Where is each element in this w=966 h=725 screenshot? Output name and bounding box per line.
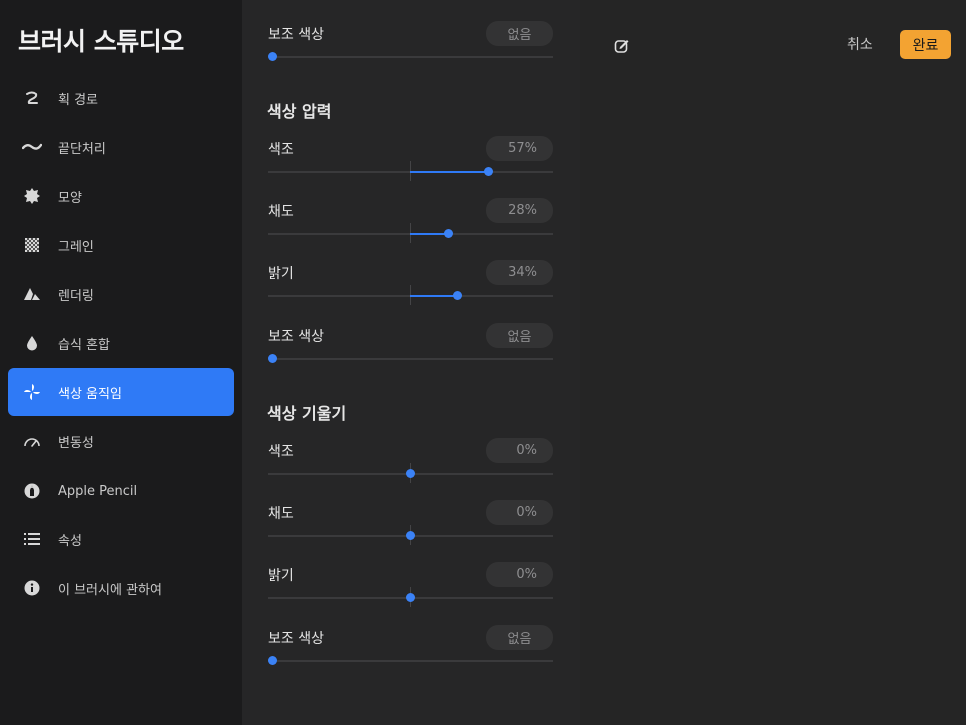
row-label: 밝기 <box>268 568 294 584</box>
slider-knob[interactable] <box>484 167 494 176</box>
sidebar-item-label: 획 경로 <box>58 92 99 108</box>
slider-track[interactable] <box>268 285 553 305</box>
value-pill[interactable]: 0% <box>486 438 553 463</box>
wet-mix-icon <box>22 333 42 353</box>
taper-icon <box>22 137 42 157</box>
sidebar-item-label: 색상 움직임 <box>58 386 122 402</box>
slider-track[interactable] <box>268 463 553 483</box>
slider-track[interactable] <box>268 161 553 181</box>
sidebar-item-label: Apple Pencil <box>58 483 138 499</box>
shape-icon <box>22 186 42 206</box>
row-label: 색조 <box>268 444 294 460</box>
slider-knob[interactable] <box>444 229 454 238</box>
value-pill[interactable]: 34% <box>486 260 553 285</box>
section-title-tilt: 색상 기울기 <box>267 404 347 423</box>
sidebar-item-label: 습식 혼합 <box>58 337 110 353</box>
slider-track[interactable] <box>268 656 553 665</box>
settings-panel: 보조 색상 없음 색상 압력 색조 57% 채도 28% 밝기 34% 보조 색… <box>242 0 580 725</box>
slider-knob[interactable] <box>406 469 415 478</box>
sidebar-item-taper[interactable]: 끝단처리 <box>8 123 234 171</box>
value-pill[interactable]: 0% <box>486 500 553 525</box>
row-label: 보조 색상 <box>268 631 324 647</box>
done-button[interactable]: 완료 <box>900 30 951 59</box>
sidebar-item-label: 그레인 <box>58 239 94 255</box>
slider-track[interactable] <box>268 354 553 363</box>
value-pill[interactable]: 0% <box>486 562 553 587</box>
sidebar: 브러시 스튜디오 획 경로 끝단처리 모양 그레인 렌더링 습식 혼합 색상 움… <box>0 0 242 725</box>
sidebar-item-shape[interactable]: 모양 <box>8 172 234 220</box>
edit-icon[interactable] <box>614 38 630 54</box>
cancel-button[interactable]: 취소 <box>847 34 873 54</box>
rendering-icon <box>22 284 42 304</box>
slider-knob[interactable] <box>406 531 415 540</box>
row-label: 밝기 <box>268 266 294 282</box>
slider-knob[interactable] <box>268 354 277 363</box>
sidebar-item-label: 이 브러시에 관하여 <box>58 582 162 598</box>
sidebar-item-rendering[interactable]: 렌더링 <box>8 270 234 318</box>
slider-track[interactable] <box>268 223 553 243</box>
row-label: 보조 색상 <box>268 27 324 43</box>
brush-studio-screen: 브러시 스튜디오 획 경로 끝단처리 모양 그레인 렌더링 습식 혼합 색상 움… <box>0 0 966 725</box>
value-pill[interactable]: 없음 <box>486 21 553 46</box>
dynamics-icon <box>22 431 42 451</box>
slider-fill <box>410 171 489 173</box>
grain-icon <box>22 235 42 255</box>
sidebar-item-grain[interactable]: 그레인 <box>8 221 234 269</box>
section-title-pressure: 색상 압력 <box>267 102 332 121</box>
sidebar-item-wet-mix[interactable]: 습식 혼합 <box>8 319 234 367</box>
sidebar-item-apple-pencil[interactable]: Apple Pencil <box>8 467 234 515</box>
properties-icon <box>22 529 42 549</box>
row-label: 채도 <box>268 204 294 220</box>
slider-knob[interactable] <box>452 291 462 300</box>
brush-preview-area[interactable] <box>580 0 966 725</box>
sidebar-item-dynamics[interactable]: 변동성 <box>8 417 234 465</box>
slider-fill <box>410 295 457 297</box>
sidebar-item-color-dynamics[interactable]: 색상 움직임 <box>8 368 234 416</box>
sidebar-item-about[interactable]: 이 브러시에 관하여 <box>8 564 234 612</box>
row-label: 보조 색상 <box>268 329 324 345</box>
slider-knob[interactable] <box>268 656 277 665</box>
value-pill[interactable]: 57% <box>486 136 553 161</box>
sidebar-item-label: 속성 <box>58 533 82 549</box>
sidebar-item-properties[interactable]: 속성 <box>8 515 234 563</box>
row-label: 채도 <box>268 506 294 522</box>
page-title: 브러시 스튜디오 <box>18 27 184 56</box>
sidebar-item-stroke-path[interactable]: 획 경로 <box>8 74 234 122</box>
slider-knob[interactable] <box>268 52 277 61</box>
slider-track[interactable] <box>268 52 553 61</box>
sidebar-item-label: 변동성 <box>58 435 94 451</box>
color-dynamics-icon <box>22 382 42 402</box>
sidebar-item-label: 끝단처리 <box>58 141 106 157</box>
info-icon <box>22 578 42 598</box>
value-pill[interactable]: 28% <box>486 198 553 223</box>
value-pill[interactable]: 없음 <box>486 625 553 650</box>
sidebar-item-label: 모양 <box>58 190 82 206</box>
slider-knob[interactable] <box>406 593 415 602</box>
slider-fill <box>410 233 449 235</box>
apple-pencil-icon <box>22 481 42 501</box>
sidebar-item-label: 렌더링 <box>58 288 94 304</box>
slider-track[interactable] <box>268 525 553 545</box>
slider-track[interactable] <box>268 587 553 607</box>
stroke-path-icon <box>22 88 42 108</box>
row-label: 색조 <box>268 142 294 158</box>
value-pill[interactable]: 없음 <box>486 323 553 348</box>
